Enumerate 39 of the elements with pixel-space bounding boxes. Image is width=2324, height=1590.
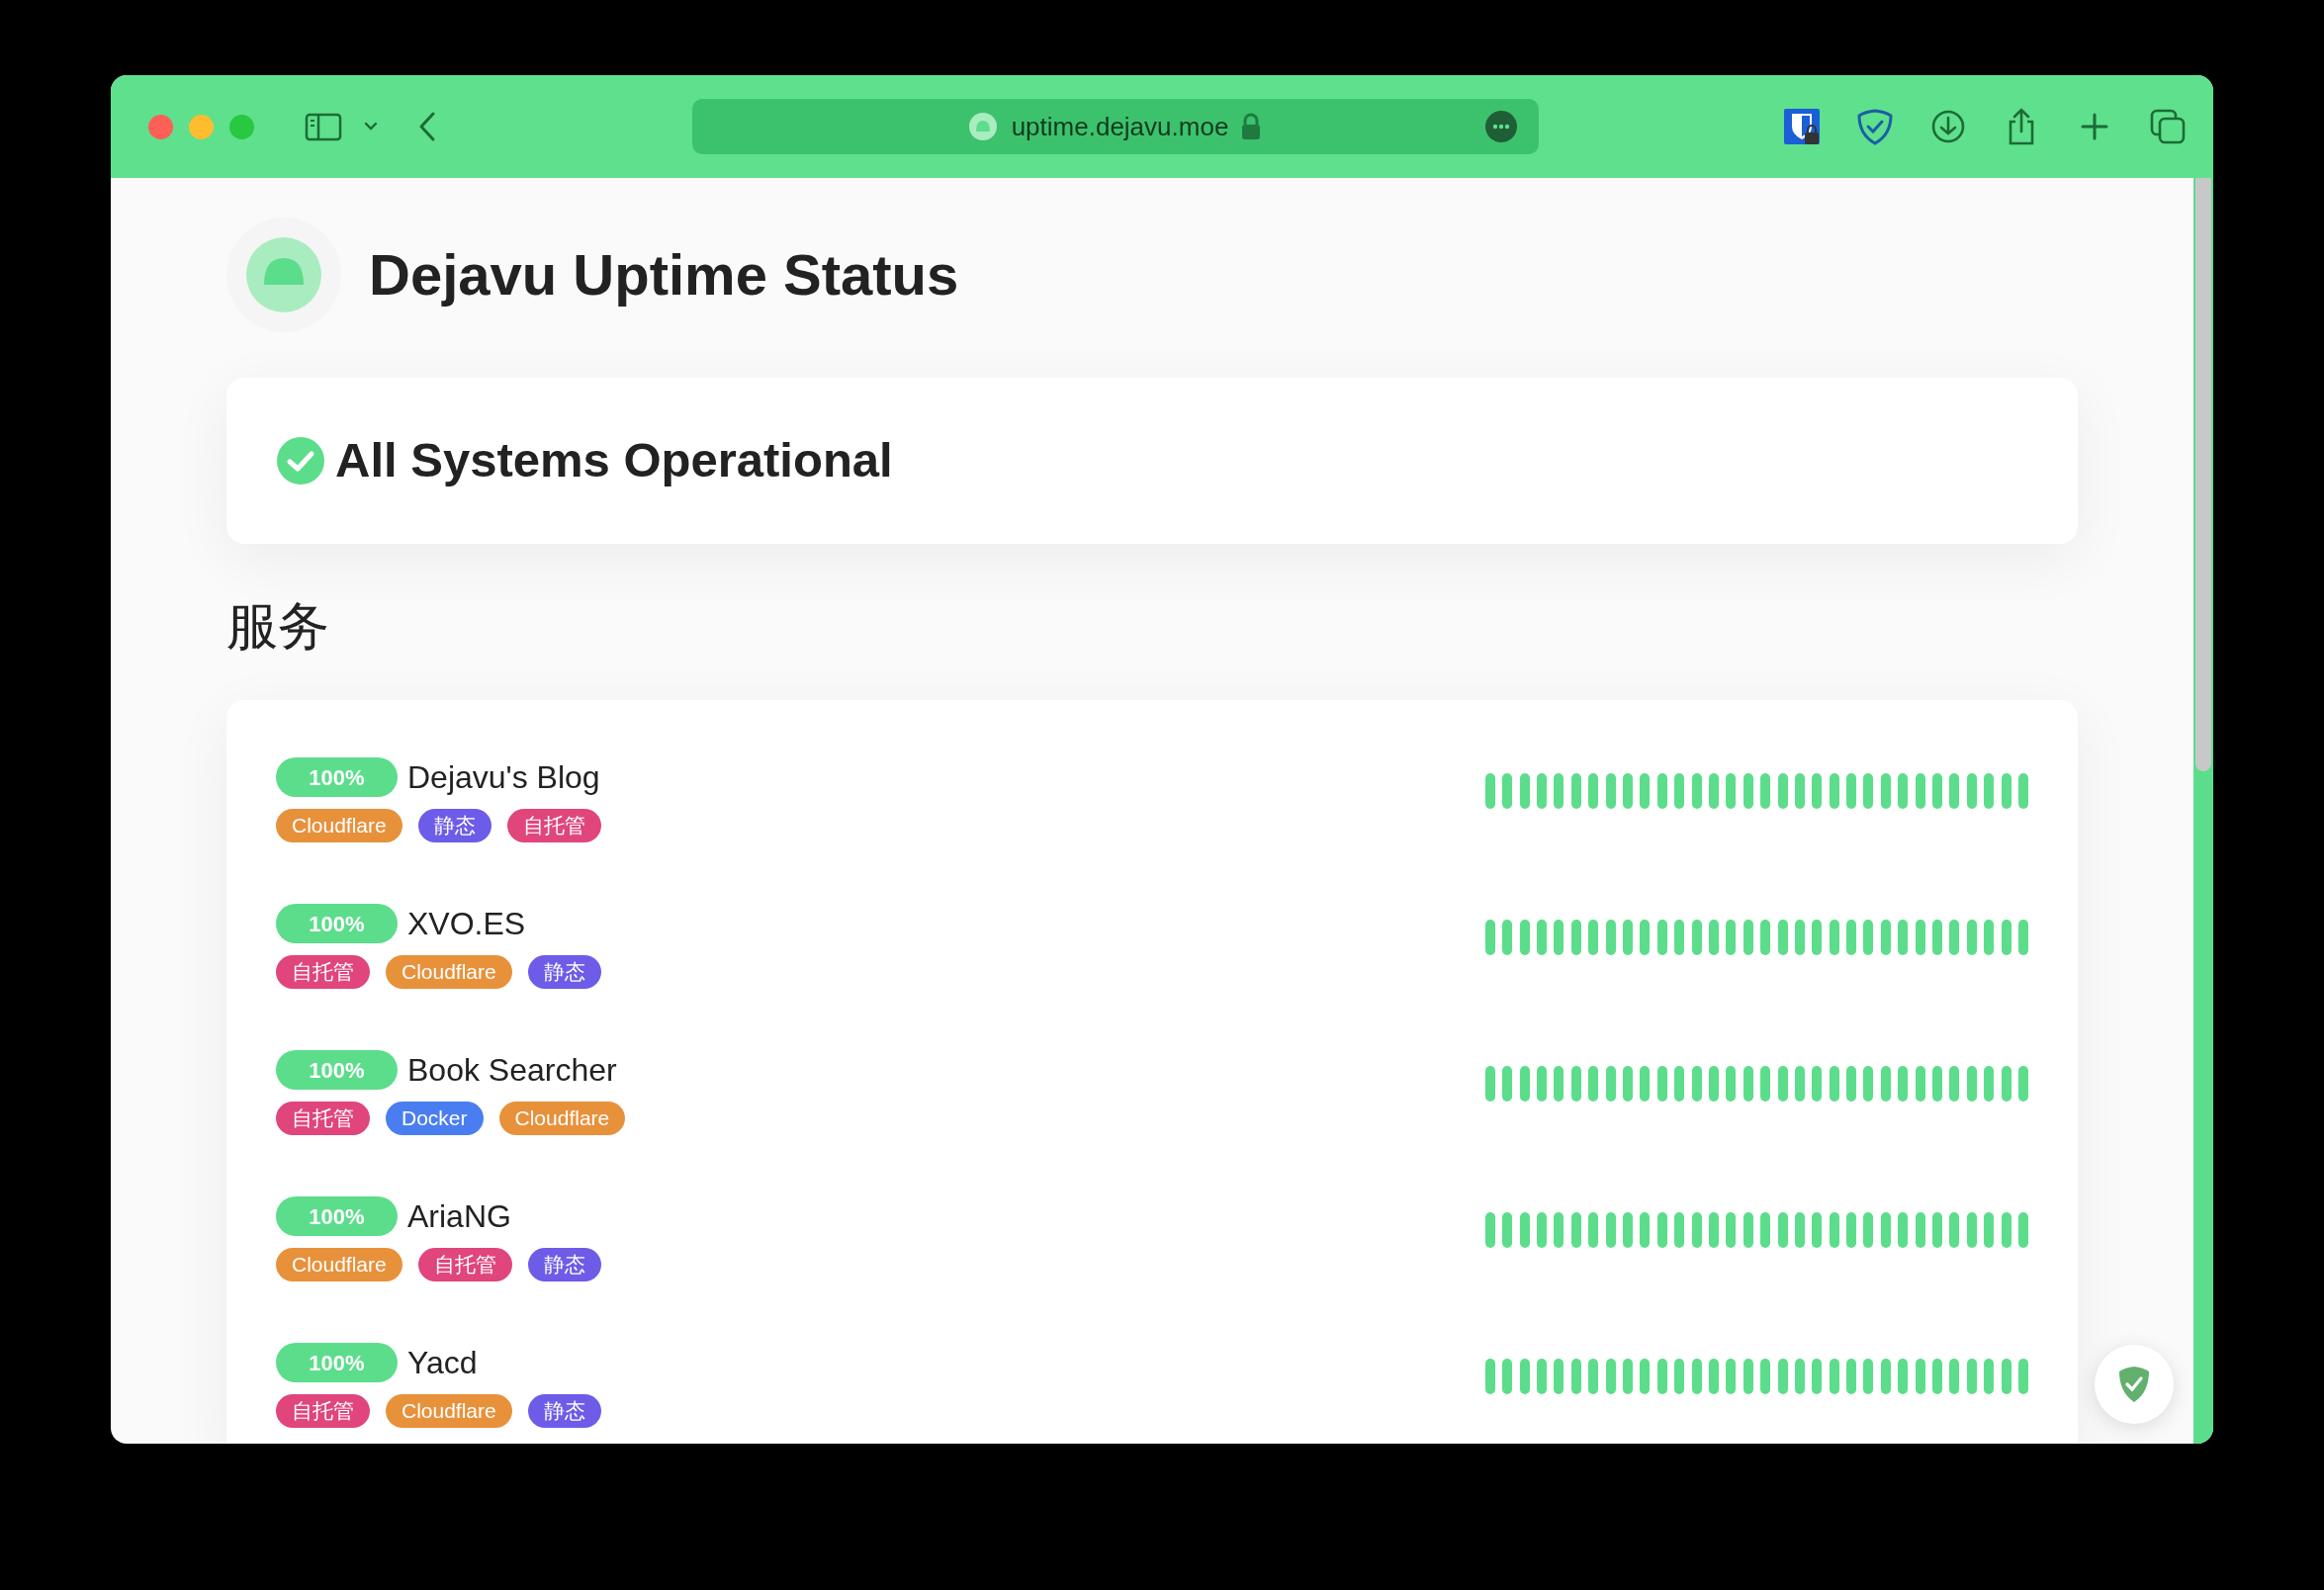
uptime-badge: 100% — [276, 1196, 398, 1236]
page-title: Dejavu Uptime Status — [369, 241, 959, 309]
service-name: Dejavu's Blog — [407, 758, 600, 797]
service-tag: Cloudflare — [386, 955, 512, 989]
service-name: Yacd — [407, 1344, 478, 1382]
scrollbar[interactable] — [2193, 178, 2213, 1444]
service-tag: 自托管 — [276, 955, 370, 989]
uptime-badge: 100% — [276, 1343, 398, 1382]
uptime-badge: 100% — [276, 1050, 398, 1090]
service-name: AriaNG — [407, 1197, 511, 1236]
service-tag: Cloudflare — [276, 809, 402, 842]
service-tag: 静态 — [527, 955, 601, 989]
shield-check-icon[interactable] — [1855, 107, 1895, 146]
service-tag: 自托管 — [417, 1248, 512, 1281]
service-tag: 静态 — [417, 809, 492, 842]
uptime-badge: 100% — [276, 904, 398, 943]
url-text: uptime.dejavu.moe — [1011, 110, 1229, 143]
service-name: XVO.ES — [407, 905, 526, 943]
service-tag: 自托管 — [276, 1394, 370, 1428]
service-tag: Cloudflare — [386, 1394, 512, 1428]
service-tag: 静态 — [527, 1394, 601, 1428]
site-icon — [967, 112, 998, 141]
address-bar[interactable]: uptime.dejavu.moe — [691, 99, 1539, 154]
tabs-overview-icon[interactable] — [2148, 107, 2188, 146]
service-tag: Cloudflare — [276, 1248, 402, 1281]
service-name: Book Searcher — [407, 1051, 617, 1090]
scrollbar-thumb[interactable] — [2195, 178, 2211, 771]
status-text: All Systems Operational — [335, 432, 893, 489]
service-tag: Cloudflare — [498, 1102, 626, 1135]
service-tag: 静态 — [527, 1248, 601, 1281]
section-title: 服务 — [226, 596, 330, 657]
service-tag: 自托管 — [276, 1102, 370, 1135]
service-tag: 自托管 — [506, 809, 601, 842]
uptime-badge: 100% — [276, 757, 398, 797]
password-manager-icon[interactable] — [1782, 107, 1822, 146]
more-icon[interactable] — [1484, 111, 1517, 142]
lock-icon — [1240, 113, 1263, 140]
service-tag: Docker — [386, 1102, 484, 1135]
shield-check-icon — [2117, 1365, 2151, 1404]
